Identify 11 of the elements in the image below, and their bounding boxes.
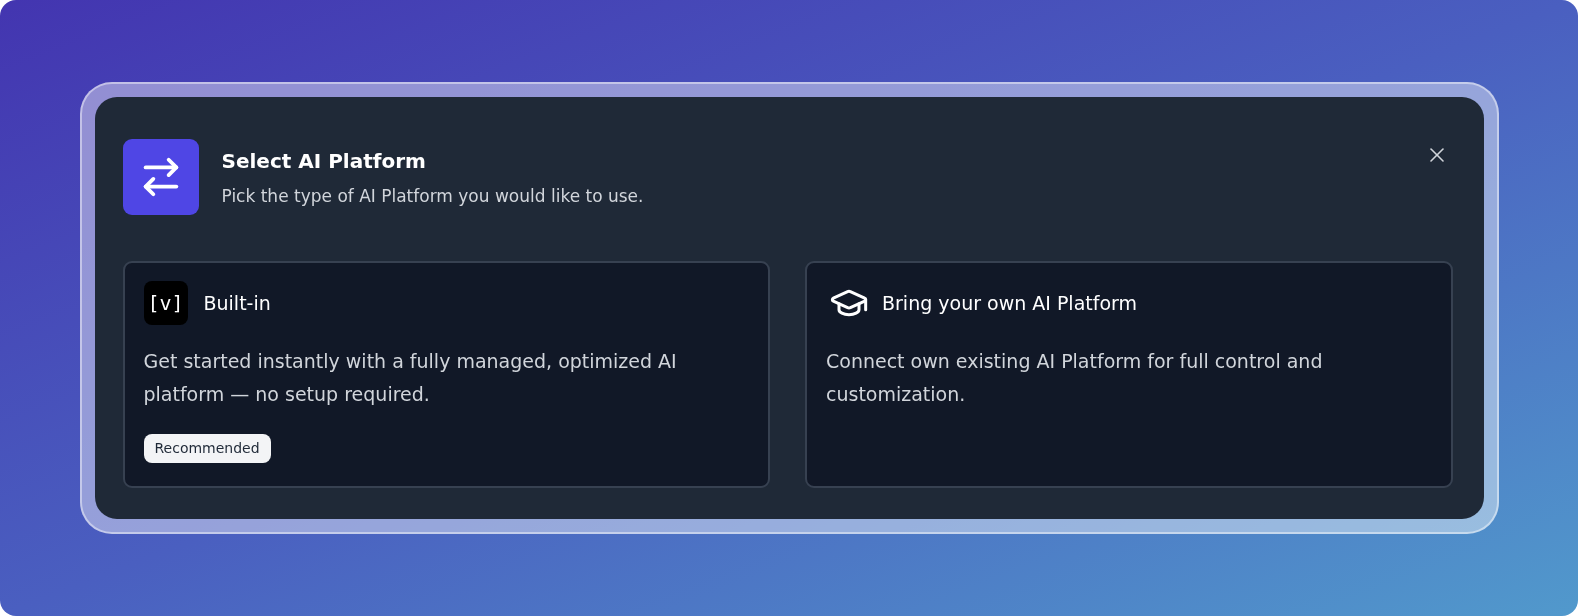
dialog-subtitle: Pick the type of AI Platform you would like to use. bbox=[221, 185, 644, 208]
recommended-badge: Recommended bbox=[143, 434, 271, 463]
option-title: Bring your own AI Platform bbox=[882, 291, 1138, 316]
option-description: Get started instantly with a fully managed, optimized AI platform — no setup required. bbox=[143, 349, 678, 407]
dialog-title: Select AI Platform bbox=[221, 148, 427, 174]
option-card[interactable]: [v] Built-in Get started instantly with a fully managed, optimized AI platform — no setup required. Recommended bbox=[122, 261, 770, 488]
swap-arrows-icon bbox=[122, 139, 199, 215]
brand-logo: [v] bbox=[143, 281, 188, 325]
option-card[interactable]: Bring your own AI Platform Connect own existing AI Platform for full control and customization. bbox=[805, 261, 1453, 488]
option-title: Built-in bbox=[203, 291, 271, 316]
option-description: Connect own existing AI Platform for full control and customization. bbox=[826, 349, 1324, 407]
